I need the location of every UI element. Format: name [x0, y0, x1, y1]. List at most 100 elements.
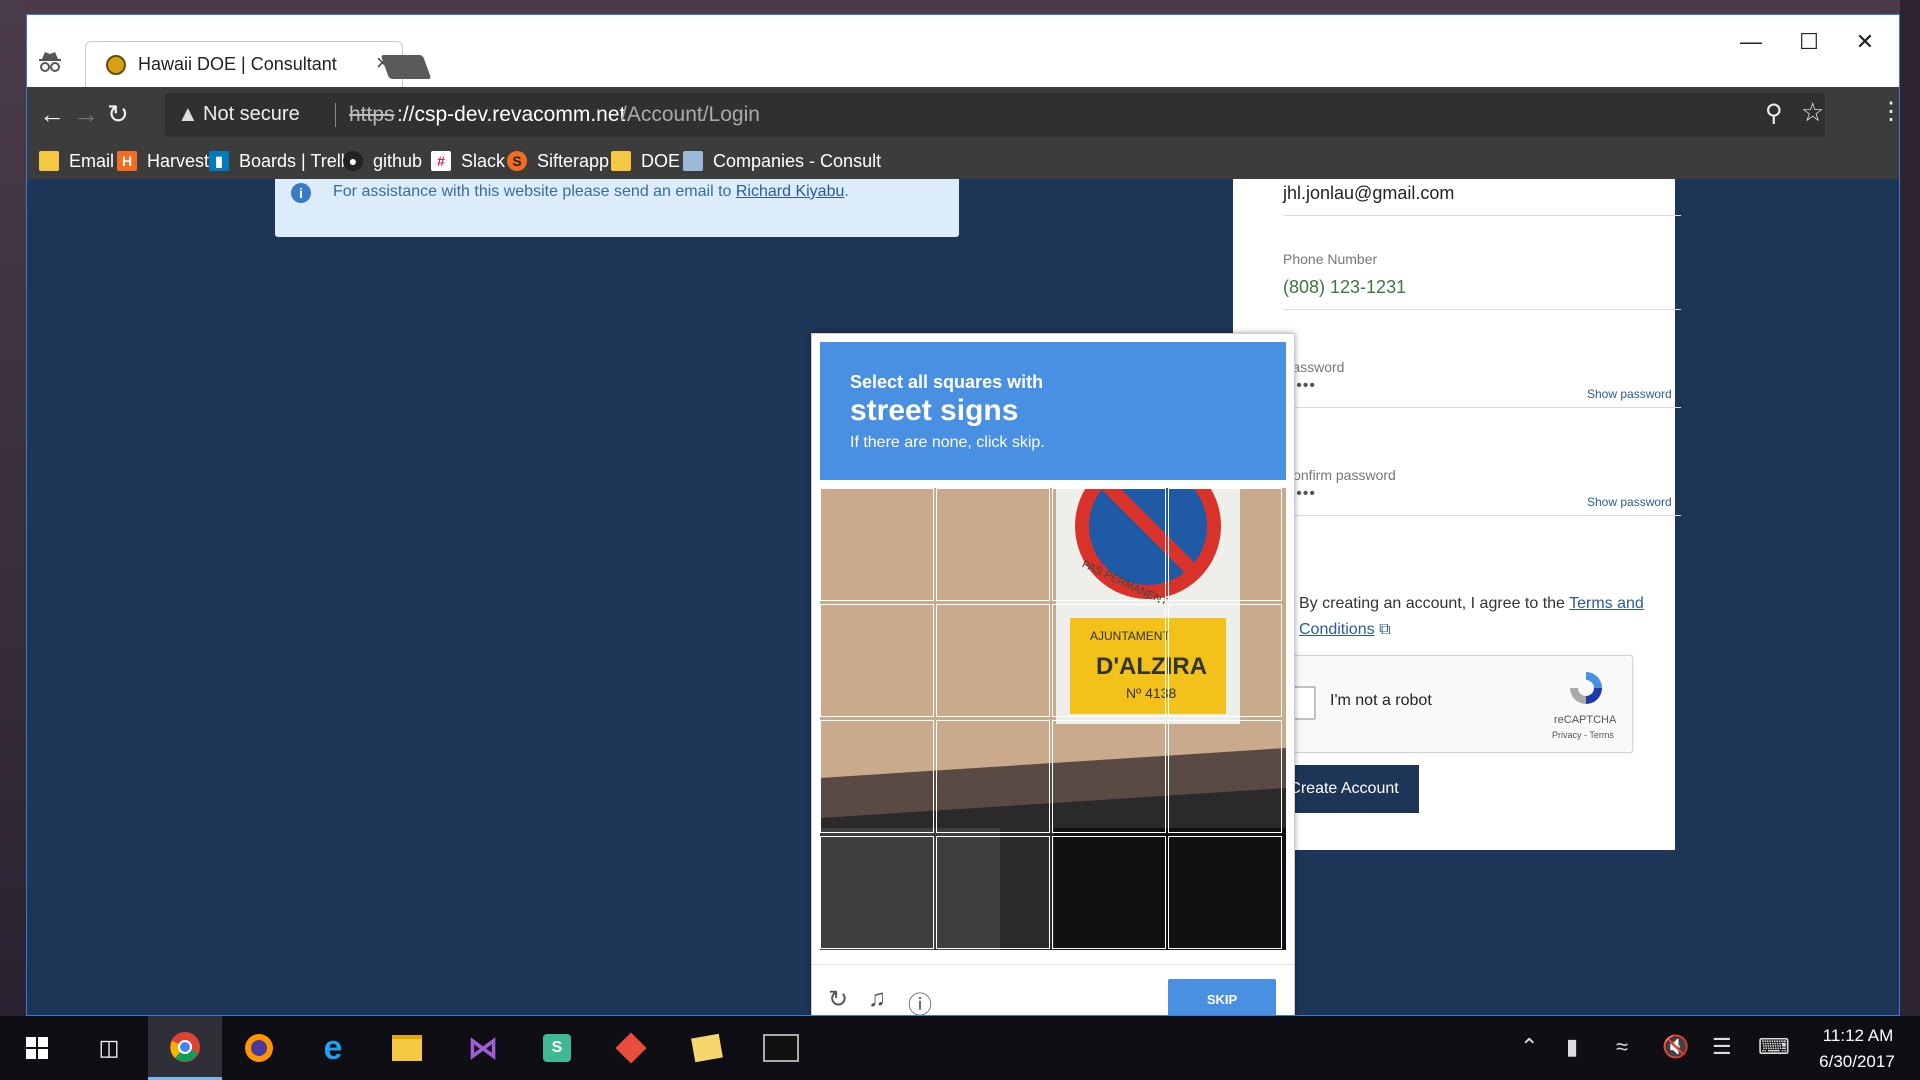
contact-link[interactable]: Richard Kiyabu [736, 183, 845, 200]
audio-challenge-icon[interactable]: ♫ [868, 985, 886, 1013]
captcha-tile[interactable] [1052, 836, 1166, 949]
visual-studio-icon: ⋈ [468, 1031, 498, 1065]
incognito-icon [37, 49, 63, 75]
recaptcha-brand: reCAPTCHA [1554, 714, 1617, 726]
show-confirm-password-link[interactable]: Show password [1587, 495, 1672, 509]
folder-icon [611, 151, 631, 171]
taskbar-chrome[interactable] [148, 1016, 222, 1080]
captcha-tile[interactable] [820, 604, 934, 717]
info-banner: i For assistance with this website pleas… [275, 179, 959, 237]
bookmark-label: Slack [461, 150, 506, 171]
bookmark-github[interactable]: ● github [343, 147, 422, 175]
maximize-button[interactable]: ☐ [1789, 29, 1829, 55]
tab-title: Hawaii DOE | Consultant [138, 54, 337, 74]
show-hidden-icons[interactable]: ⌃ [1520, 1034, 1538, 1060]
taskbar-internet-explorer[interactable]: e [296, 1016, 370, 1080]
bookmark-star-icon[interactable]: ☆ [1801, 97, 1824, 128]
bookmark-email[interactable]: Email [39, 147, 114, 175]
captcha-target: street signs [850, 394, 1019, 427]
minimize-button[interactable]: — [1731, 29, 1771, 55]
bookmark-label: DOE [641, 150, 681, 171]
phone-field[interactable]: (808) 123-1231 [1283, 277, 1406, 298]
bookmark-sifterapp[interactable]: S Sifterapp [507, 147, 609, 175]
taskbar-firefox[interactable] [222, 1016, 296, 1080]
captcha-tile[interactable] [820, 488, 934, 601]
git-icon [615, 1032, 647, 1064]
captcha-tile[interactable] [936, 488, 1050, 601]
menu-kebab-icon[interactable]: ⋮ [1879, 97, 1899, 126]
recaptcha-privacy-terms[interactable]: Privacy - Terms [1552, 730, 1614, 740]
volume-muted-icon[interactable]: 🔇 [1662, 1034, 1689, 1060]
task-view-icon: ◫ [98, 1035, 120, 1060]
captcha-tile[interactable] [1168, 836, 1282, 949]
clock-time[interactable]: 11:12 AM [1818, 1026, 1898, 1046]
trello-icon: ▮ [209, 151, 229, 171]
recaptcha-logo-icon [1566, 668, 1606, 708]
close-window-button[interactable]: ✕ [1845, 29, 1885, 55]
captcha-tile[interactable] [1168, 488, 1282, 601]
clock-date[interactable]: 6/30/2017 [1812, 1052, 1902, 1072]
taskbar-git-tool[interactable] [594, 1016, 668, 1080]
not-secure-label[interactable]: Not secure [203, 103, 300, 126]
document-icon [683, 151, 703, 171]
bookmark-companies[interactable]: Companies - Consult [683, 147, 893, 175]
site-favicon-icon [106, 55, 126, 75]
captcha-tile[interactable] [1168, 604, 1282, 717]
bookmark-label: Harvest [147, 150, 210, 171]
agree-label: By creating an account, I agree to the [1299, 595, 1570, 612]
sifter-icon: S [507, 151, 527, 171]
email-field[interactable]: jhl.jonlau@gmail.com [1283, 183, 1454, 204]
bookmark-doe[interactable]: DOE [611, 147, 680, 175]
taskbar-visual-studio[interactable]: ⋈ [446, 1016, 520, 1080]
reload-icon[interactable]: ↻ [107, 99, 129, 130]
captcha-tile[interactable] [820, 720, 934, 833]
captcha-challenge: Select all squares with street signs If … [811, 333, 1295, 1015]
captcha-hint: If there are none, click skip. [850, 434, 1045, 451]
battery-icon[interactable]: ▮ [1566, 1034, 1578, 1060]
internet-explorer-icon: e [323, 1028, 343, 1067]
bookmark-slack[interactable]: # Slack [431, 147, 505, 175]
notifications-icon[interactable]: ☰ [1712, 1034, 1732, 1060]
wifi-icon[interactable]: ≈ [1616, 1034, 1628, 1060]
taskbar-file-explorer[interactable] [370, 1016, 444, 1080]
captcha-tile[interactable] [1052, 488, 1166, 601]
captcha-tile[interactable] [1168, 720, 1282, 833]
info-message: For assistance with this website please … [333, 183, 736, 200]
show-password-link[interactable]: Show password [1587, 387, 1672, 401]
back-arrow-icon[interactable]: ← [39, 99, 65, 130]
keyboard-icon[interactable]: ⌨ [1758, 1034, 1790, 1060]
task-view-button[interactable]: ◫ [72, 1016, 146, 1080]
captcha-tile[interactable] [936, 720, 1050, 833]
github-icon: ● [343, 151, 363, 171]
new-tab-button[interactable] [380, 55, 432, 79]
bookmark-label: github [373, 150, 423, 171]
firefox-icon [245, 1034, 273, 1062]
skip-button[interactable]: SKIP [1168, 979, 1276, 1015]
help-info-icon[interactable]: ⓘ [908, 985, 932, 1015]
captcha-tile[interactable] [1052, 604, 1166, 717]
start-button[interactable] [0, 1016, 74, 1080]
url-scheme: https [349, 103, 395, 126]
reload-challenge-icon[interactable]: ↻ [828, 985, 848, 1014]
bookmark-harvest[interactable]: H Harvest [117, 147, 209, 175]
info-text: For assistance with this website please … [333, 183, 849, 201]
zoom-icon[interactable]: ⚲ [1765, 99, 1783, 128]
field-underline [1283, 309, 1681, 310]
desktop-background [0, 0, 26, 1016]
tab-hawaii-doe[interactable]: Hawaii DOE | Consultant × [85, 41, 403, 88]
recaptcha-widget: I'm not a robot reCAPTCHA Privacy - Term… [1269, 655, 1633, 753]
bookmark-trello[interactable]: ▮ Boards | Trello [209, 147, 355, 175]
url-path: /Account/Login [621, 103, 760, 126]
taskbar-slack[interactable]: S [520, 1016, 594, 1080]
captcha-header: Select all squares with street signs If … [820, 342, 1286, 480]
forward-arrow-icon[interactable]: → [73, 99, 99, 130]
address-bar[interactable]: ▲ Not secure https ://csp-dev.revacomm.n… [165, 93, 1825, 137]
captcha-footer: ↻ ♫ ⓘ SKIP [812, 964, 1294, 1015]
captcha-tile[interactable] [820, 836, 934, 949]
taskbar-terminal[interactable] [744, 1016, 818, 1080]
captcha-tile[interactable] [1052, 720, 1166, 833]
confirm-password-label: Confirm password [1283, 467, 1396, 483]
captcha-tile[interactable] [936, 604, 1050, 717]
taskbar-sticky-notes[interactable] [670, 1016, 744, 1080]
captcha-tile[interactable] [936, 836, 1050, 949]
